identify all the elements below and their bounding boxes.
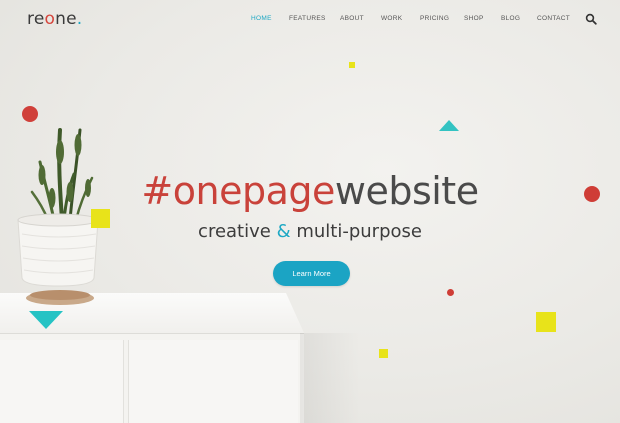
nav-item-features[interactable]: FEATURES <box>289 15 326 22</box>
yellow-square-decoration <box>379 349 388 358</box>
headline-rest: website <box>334 169 479 213</box>
nav-item-work[interactable]: WORK <box>381 15 402 22</box>
headline-accent: #onepage <box>141 169 335 213</box>
search-icon[interactable] <box>585 13 597 25</box>
nav-item-about[interactable]: ABOUT <box>340 15 364 22</box>
hero-section: reone. HOME FEATURES ABOUT WORK PRICING … <box>0 0 620 423</box>
subline-text: multi-purpose <box>290 221 422 242</box>
cabinet-shadow <box>300 333 360 423</box>
subline-ampersand: & <box>276 221 291 242</box>
cabinet-door-right <box>128 340 298 423</box>
main-nav: HOME FEATURES ABOUT WORK PRICING SHOP BL… <box>0 15 620 27</box>
learn-more-button[interactable]: Learn More <box>273 261 350 286</box>
red-dot-decoration <box>447 289 454 296</box>
subline-text: creative <box>198 221 277 242</box>
yellow-square-decoration <box>349 62 355 68</box>
cabinet-door-left <box>0 340 124 423</box>
yellow-square-decoration <box>536 312 556 332</box>
nav-item-pricing[interactable]: PRICING <box>420 15 449 22</box>
nav-item-shop[interactable]: SHOP <box>464 15 484 22</box>
hero-headline: #onepagewebsite <box>0 168 620 214</box>
nav-item-blog[interactable]: BLOG <box>501 15 520 22</box>
hero-subline: creative & multi-purpose <box>0 220 620 244</box>
teal-triangle-decoration <box>439 120 459 131</box>
navbar: reone. HOME FEATURES ABOUT WORK PRICING … <box>0 0 620 38</box>
nav-item-contact[interactable]: CONTACT <box>537 15 570 22</box>
nav-item-home[interactable]: HOME <box>251 15 272 22</box>
